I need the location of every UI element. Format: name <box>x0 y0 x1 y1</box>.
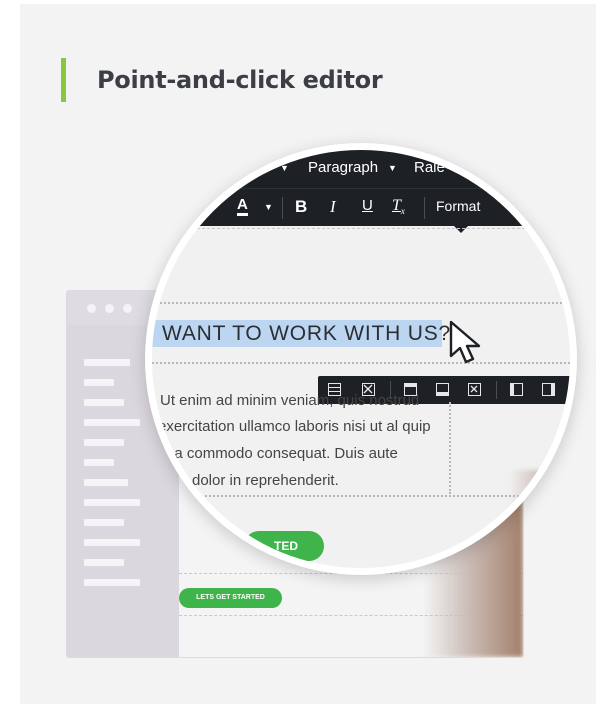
get-started-button-magnified[interactable]: TED <box>244 531 324 561</box>
sidebar-line <box>84 559 124 566</box>
window-dot-icon <box>105 304 114 313</box>
sidebar-line <box>84 459 114 466</box>
delete-row-icon[interactable] <box>468 383 481 396</box>
toolbar-separator <box>496 381 497 399</box>
clear-format-sub: x <box>400 206 405 217</box>
column-guide <box>449 402 451 494</box>
sidebar-line <box>84 439 124 446</box>
block-guide <box>152 362 570 364</box>
format-button[interactable]: Format <box>436 198 480 214</box>
block-guide <box>152 302 570 304</box>
sidebar-line <box>84 359 130 366</box>
sidebar-line <box>84 539 140 546</box>
paragraph-line[interactable]: ea commodo consequat. Duis aute <box>166 441 398 468</box>
window-dot-icon <box>87 304 96 313</box>
editor-toolbar-format: A ▼ B I U Tx Format <box>152 188 570 226</box>
dropdown-caret-icon[interactable]: ▼ <box>264 202 273 212</box>
dropdown-caret-icon[interactable]: ▼ <box>388 163 397 173</box>
sidebar-line <box>84 519 124 526</box>
mouse-pointer-icon <box>449 320 481 364</box>
insert-column-left-icon[interactable] <box>510 383 523 396</box>
sidebar-line <box>84 379 114 386</box>
text-color-button[interactable]: A <box>237 197 248 216</box>
small-paragraph-line: Ut eni <box>182 504 209 515</box>
title-accent-bar <box>61 58 66 102</box>
toolbar-separator <box>424 197 425 219</box>
sidebar-line <box>84 419 140 426</box>
lets-get-started-button[interactable]: LETS GET STARTED <box>179 588 282 608</box>
paragraph-line[interactable]: exercitation ullamco laboris nisi ut al … <box>158 414 431 441</box>
bold-button[interactable]: B <box>295 197 307 217</box>
italic-button[interactable]: I <box>330 197 336 217</box>
row-guide <box>152 228 570 234</box>
font-dropdown[interactable]: Rale <box>414 159 445 176</box>
underline-button[interactable]: U <box>362 197 373 214</box>
window-dot-icon <box>123 304 132 313</box>
toolbar-separator <box>282 197 283 219</box>
hero-photo-magnified <box>510 470 570 568</box>
editable-headline[interactable]: WANT TO WORK WITH US? <box>162 322 451 346</box>
x-mark-icon <box>470 385 478 393</box>
sidebar-line <box>84 579 140 586</box>
paragraph-line[interactable]: dolor in reprehenderit. <box>192 468 339 495</box>
dropdown-caret-icon[interactable]: ▼ <box>280 163 289 173</box>
paragraph-dropdown[interactable]: Paragraph <box>308 159 378 176</box>
magnifier-lens: ▼ Paragraph ▼ Rale A ▼ B I U Tx Format W… <box>145 143 577 575</box>
small-paragraph-line: exercitatio <box>180 519 226 530</box>
insert-row-below-icon[interactable] <box>436 383 449 396</box>
magnified-editor: ▼ Paragraph ▼ Rale A ▼ B I U Tx Format W… <box>152 150 570 568</box>
clear-format-label: T <box>392 197 401 214</box>
sidebar-line <box>84 499 140 506</box>
sidebar-line <box>84 399 124 406</box>
small-paragraph-line: exea commod <box>180 534 243 545</box>
clear-format-button[interactable]: Tx <box>392 197 405 216</box>
paragraph-line[interactable]: Ut enim ad minim veniam, quis nostrud <box>160 388 419 415</box>
editor-toolbar-top: ▼ Paragraph ▼ Rale <box>152 150 570 188</box>
sidebar-line <box>84 479 128 486</box>
insert-column-right-icon[interactable] <box>542 383 555 396</box>
section-title: Point-and-click editor <box>97 66 383 94</box>
